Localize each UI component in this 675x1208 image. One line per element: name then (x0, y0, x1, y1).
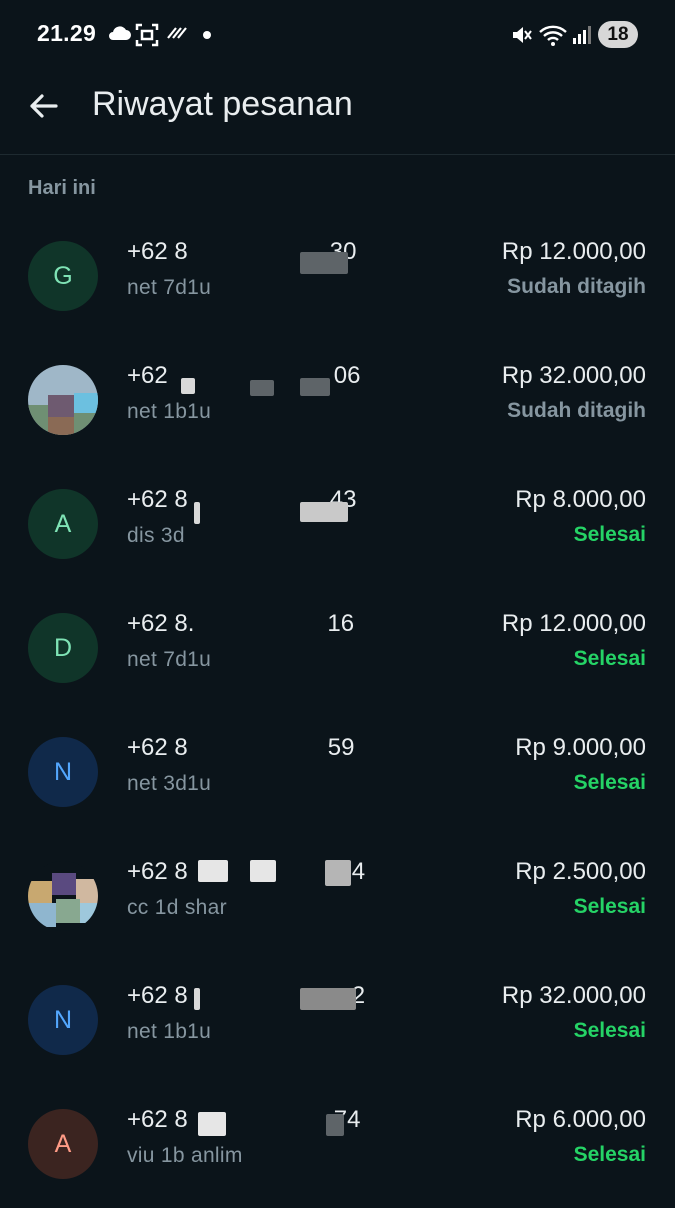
redaction (250, 860, 276, 882)
redaction (300, 988, 356, 1010)
order-note: net 1b1u (127, 400, 212, 423)
order-note: net 7d1u (127, 276, 212, 299)
battery-icon: 18 (598, 21, 638, 48)
order-status: Selesai (573, 1019, 646, 1042)
redaction (194, 988, 200, 1010)
order-row[interactable]: G +62 830 net 7d1u Rp 12.000,00 Sudah di… (0, 216, 675, 340)
order-row[interactable]: A +62 8 74 viu 1b anlim Rp 6.000,00 Seles… (0, 1084, 675, 1208)
redaction (194, 502, 200, 524)
app-bar: Riwayat pesanan (0, 72, 675, 155)
order-note: net 7d1u (127, 648, 212, 671)
order-status: Selesai (573, 1143, 646, 1166)
avatar-photo (28, 861, 98, 931)
redaction (326, 1114, 344, 1136)
order-note: viu 1b anlim (127, 1144, 243, 1167)
redaction (198, 1112, 226, 1136)
redaction (198, 860, 228, 882)
avatar: G (28, 241, 98, 311)
order-status: Selesai (573, 647, 646, 670)
status-bar: 21.29 18 (0, 0, 675, 72)
order-price: Rp 2.500,00 (515, 858, 646, 885)
order-status: Selesai (573, 771, 646, 794)
order-note: net 3d1u (127, 772, 212, 795)
status-time: 21.29 (37, 20, 97, 46)
order-note: dis 3d (127, 524, 185, 547)
order-price: Rp 12.000,00 (501, 238, 646, 265)
avatar: N (28, 737, 98, 807)
order-row[interactable]: D +62 8. 16 net 7d1u Rp 12.000,00 Selesai (0, 588, 675, 712)
order-status: Selesai (573, 895, 646, 918)
redaction (300, 378, 330, 396)
order-status: Selesai (573, 523, 646, 546)
section-label-today: Hari ini (28, 177, 96, 199)
arrow-left-icon[interactable] (25, 88, 61, 124)
signal-icon (573, 26, 591, 44)
redaction (300, 502, 348, 522)
wifi-icon (539, 25, 567, 46)
order-row[interactable]: +62 06 net 1b1u Rp 32.000,00 Sudah ditagi… (0, 340, 675, 464)
order-price: Rp 32.000,00 (501, 982, 646, 1009)
order-note: net 1b1u (127, 1020, 212, 1043)
order-price: Rp 8.000,00 (515, 486, 646, 513)
mute-icon (513, 27, 532, 43)
order-price: Rp 32.000,00 (501, 362, 646, 389)
order-phone: +62 8 59 (127, 734, 355, 761)
redaction (300, 252, 348, 274)
avatar: A (28, 1109, 98, 1179)
screenshot-icon (135, 23, 159, 47)
order-price: Rp 9.000,00 (515, 734, 646, 761)
avatar-photo (28, 365, 98, 435)
avatar: N (28, 985, 98, 1055)
order-note: cc 1d shar (127, 896, 227, 919)
order-price: Rp 6.000,00 (515, 1106, 646, 1133)
order-status: Sudah ditagih (507, 275, 646, 298)
redaction (250, 380, 274, 396)
order-price: Rp 12.000,00 (501, 610, 646, 637)
cloud-icon (109, 26, 131, 40)
order-row[interactable]: N +62 8 59 net 3d1u Rp 9.000,00 Selesai (0, 712, 675, 836)
page-title: Riwayat pesanan (92, 85, 353, 123)
order-row[interactable]: N +62 82 net 1b1u Rp 32.000,00 Selesai (0, 960, 675, 1084)
order-row[interactable]: +62 84 cc 1d shar Rp 2.500,00 Selesai (0, 836, 675, 960)
redaction (325, 860, 351, 886)
order-status: Sudah ditagih (507, 399, 646, 422)
avatar: A (28, 489, 98, 559)
redaction (181, 378, 195, 394)
no-sync-icon (167, 27, 187, 39)
order-row[interactable]: A +62 8 43 dis 3d Rp 8.000,00 Selesai (0, 464, 675, 588)
order-phone: +62 8. 16 (127, 610, 355, 637)
avatar: D (28, 613, 98, 683)
notification-dot-icon (203, 31, 211, 39)
